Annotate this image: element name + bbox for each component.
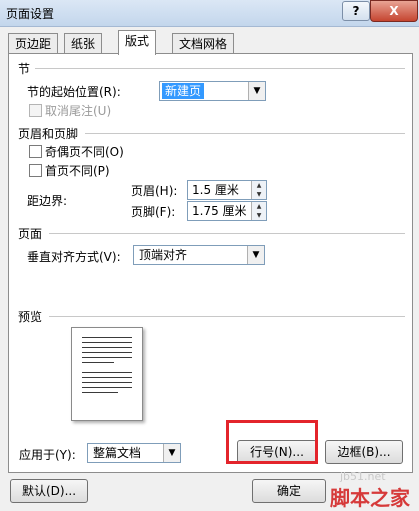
section-group-title: 节	[18, 62, 31, 76]
spin-down-icon[interactable]: ▼	[251, 211, 266, 220]
vertical-align-value: 顶端对齐	[139, 248, 188, 262]
apply-to-select[interactable]: 整篇文档 ▼	[87, 443, 181, 463]
borders-button[interactable]: 边框(B)...	[325, 440, 403, 464]
layout-panel: 节 节的起始位置(R): 新建页 ▼ 取消尾注(U) 页眉和页脚 奇偶页不同(O…	[8, 53, 413, 473]
section-start-select[interactable]: 新建页 ▼	[159, 81, 266, 101]
preview-divider	[49, 316, 405, 317]
section-divider	[35, 68, 405, 69]
tab-paper[interactable]: 纸张	[64, 33, 103, 54]
suppress-endnotes-label: 取消尾注(U)	[45, 104, 112, 118]
suppress-endnotes-checkbox[interactable]	[29, 104, 42, 117]
ok-button[interactable]: 确定	[252, 479, 326, 503]
vertical-align-label: 垂直对齐方式(V):	[27, 250, 121, 264]
apply-to-value: 整篇文档	[93, 446, 142, 460]
apply-to-label: 应用于(Y):	[19, 448, 76, 462]
preview-page-thumbnail	[71, 327, 143, 421]
header-footer-divider	[85, 133, 405, 134]
watermark-brand: 脚本之家	[330, 486, 410, 510]
section-start-value: 新建页	[162, 83, 205, 99]
help-button[interactable]: ?	[342, 1, 370, 21]
odd-even-checkbox[interactable]	[29, 145, 42, 158]
page-group-title: 页面	[18, 227, 43, 241]
header-distance-input[interactable]: 1.5 厘米 ▲ ▼	[187, 180, 267, 200]
header-distance-label: 页眉(H):	[131, 184, 178, 198]
footer-distance-input[interactable]: 1.75 厘米 ▲ ▼	[187, 201, 267, 221]
footer-distance-value: 1.75 厘米	[192, 204, 247, 218]
footer-distance-label: 页脚(F):	[131, 205, 176, 219]
header-footer-group-title: 页眉和页脚	[18, 127, 79, 141]
page-divider	[49, 233, 405, 234]
window-title: 页面设置	[6, 7, 55, 21]
tab-margins[interactable]: 页边距	[8, 33, 59, 54]
tab-document-grid[interactable]: 文档网格	[172, 33, 235, 54]
preview-group-title: 预览	[18, 310, 43, 324]
tab-layout[interactable]: 版式	[118, 30, 157, 55]
first-page-checkbox[interactable]	[29, 164, 42, 177]
close-button[interactable]: X	[370, 0, 418, 22]
chevron-down-icon: ▼	[163, 444, 180, 462]
distance-label: 距边界:	[27, 194, 68, 208]
chevron-down-icon: ▼	[247, 246, 264, 264]
odd-even-label: 奇偶页不同(O)	[45, 145, 124, 159]
default-button[interactable]: 默认(D)...	[10, 479, 88, 503]
vertical-align-select[interactable]: 顶端对齐 ▼	[133, 245, 265, 265]
spin-down-icon[interactable]: ▼	[251, 190, 266, 199]
section-start-label: 节的起始位置(R):	[27, 85, 121, 99]
chevron-down-icon: ▼	[248, 82, 265, 100]
header-distance-value: 1.5 厘米	[192, 183, 239, 197]
title-bar: 页面设置 ? X	[0, 0, 419, 27]
highlight-box	[226, 420, 318, 464]
first-page-label: 首页不同(P)	[45, 164, 110, 178]
